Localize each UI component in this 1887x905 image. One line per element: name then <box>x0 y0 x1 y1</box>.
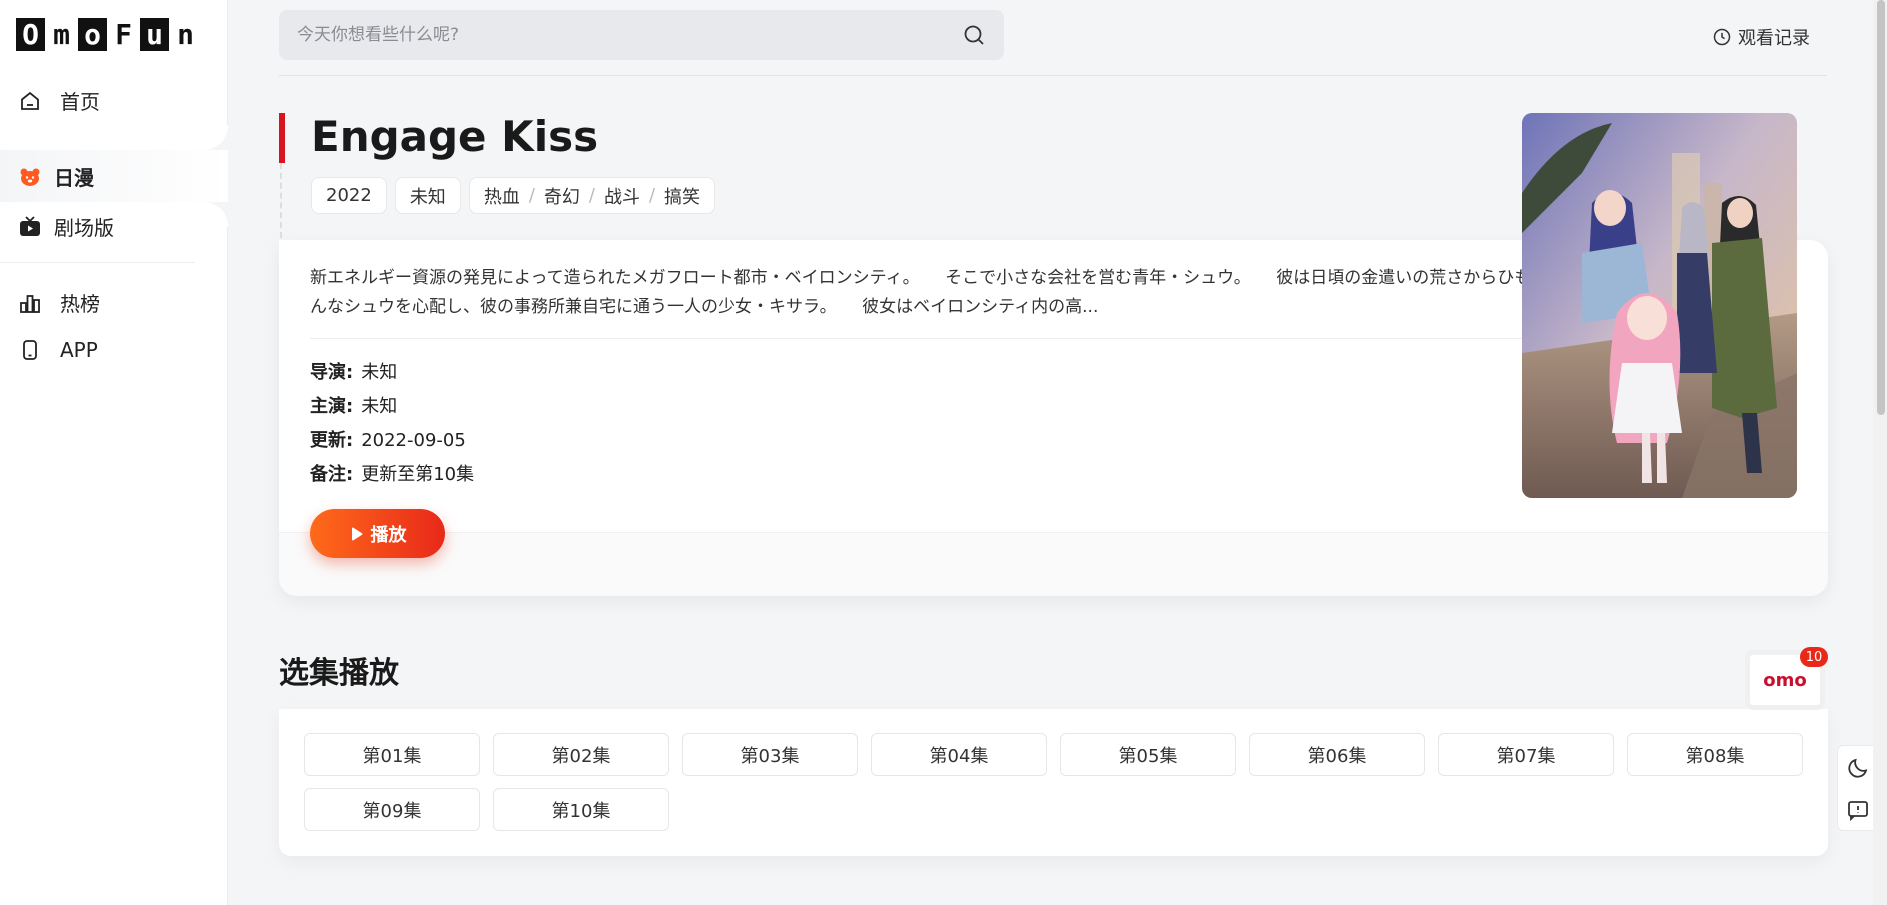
poster-illustration <box>1522 113 1797 498</box>
sidebar: O m o F u n 首页 日漫 剧场版 热榜 APP <box>0 0 228 905</box>
episode-button[interactable]: 第10集 <box>493 788 669 831</box>
tag-list: 2022 未知 热血 / 奇幻 / 战斗 / 搞笑 <box>311 177 716 214</box>
play-label: 播放 <box>370 524 407 545</box>
phone-icon <box>23 340 37 360</box>
header-divider <box>279 75 1827 76</box>
bear-icon <box>20 168 40 186</box>
episode-button[interactable]: 第01集 <box>304 733 480 776</box>
sidebar-item-label: 日漫 <box>54 166 94 190</box>
episode-button[interactable]: 第07集 <box>1438 733 1614 776</box>
tag-label: 2022 <box>326 185 372 206</box>
sidebar-item-anime[interactable]: 日漫 <box>18 162 94 191</box>
watch-history-label: 观看记录 <box>1738 28 1810 49</box>
genre-tag[interactable]: 奇幻 <box>544 183 580 209</box>
home-icon <box>21 91 39 110</box>
feedback-icon[interactable] <box>1846 798 1870 822</box>
sidebar-divider <box>0 262 195 263</box>
year-tag[interactable]: 2022 <box>311 177 387 214</box>
info-director: 导演: 未知 <box>310 358 397 384</box>
episodes-title: 选集播放 <box>279 656 399 691</box>
logo-letter: F <box>109 18 138 51</box>
episode-button[interactable]: 第04集 <box>871 733 1047 776</box>
genre-tag[interactable]: 战斗 <box>604 183 640 209</box>
episode-button[interactable]: 第05集 <box>1060 733 1236 776</box>
genre-tag[interactable]: 搞笑 <box>664 183 700 209</box>
sidebar-item-movies[interactable]: 剧场版 <box>18 212 114 241</box>
card-footer <box>279 532 1828 596</box>
episode-button[interactable]: 第09集 <box>304 788 480 831</box>
search-bar <box>279 10 1004 60</box>
nav-curve-top <box>0 125 228 150</box>
omofun-logo[interactable]: O m o F u n <box>16 18 200 51</box>
logo-letter: n <box>171 18 200 51</box>
region-tag[interactable]: 未知 <box>394 177 461 214</box>
episode-list: 第01集 第02集 第03集 第04集 第05集 第06集 第07集 第08集 … <box>279 709 1828 856</box>
sidebar-item-label: 热榜 <box>60 292 100 316</box>
sidebar-item-app[interactable]: APP <box>18 338 98 362</box>
sidebar-item-label: 首页 <box>60 90 100 114</box>
play-icon <box>351 527 362 540</box>
genre-tag[interactable]: 热血 <box>484 183 520 209</box>
info-label: 导演: <box>310 362 354 383</box>
search-icon[interactable] <box>962 23 986 47</box>
chart-icon <box>20 294 40 313</box>
scrollbar-thumb[interactable] <box>1877 0 1885 415</box>
watch-history-link[interactable]: 观看记录 <box>1712 24 1810 50</box>
episode-button[interactable]: 第03集 <box>682 733 858 776</box>
sidebar-item-home[interactable]: 首页 <box>18 86 100 115</box>
episode-button[interactable]: 第08集 <box>1627 733 1803 776</box>
info-value: 未知 <box>361 362 398 383</box>
search-input[interactable] <box>297 25 962 45</box>
info-label: 主演: <box>310 396 354 417</box>
logo-letter: o <box>78 18 107 51</box>
info-label: 更新: <box>310 430 354 451</box>
tag-label: 未知 <box>409 186 446 208</box>
info-value: 未知 <box>361 396 398 417</box>
tv-icon <box>20 215 40 236</box>
play-button[interactable]: 播放 <box>310 509 445 558</box>
clock-icon <box>1713 28 1731 46</box>
info-value: 更新至第10集 <box>361 464 475 485</box>
poster-image[interactable] <box>1522 113 1797 498</box>
title-accent-bar <box>279 113 285 163</box>
logo-letter: O <box>16 18 45 51</box>
omo-badge: 10 <box>1800 647 1828 667</box>
info-updated: 更新: 2022-09-05 <box>310 426 466 452</box>
side-tools <box>1837 745 1877 831</box>
logo-letter: u <box>140 18 169 51</box>
sidebar-item-ranking[interactable]: 热榜 <box>18 288 100 317</box>
anime-title: Engage Kiss <box>311 112 599 161</box>
info-value: 2022-09-05 <box>361 430 466 451</box>
info-label: 备注: <box>310 464 354 485</box>
sidebar-item-label: 剧场版 <box>54 216 114 240</box>
genre-tags: 热血 / 奇幻 / 战斗 / 搞笑 <box>468 177 716 214</box>
omo-label: omo <box>1763 669 1807 691</box>
episode-button[interactable]: 第02集 <box>493 733 669 776</box>
episode-button[interactable]: 第06集 <box>1249 733 1425 776</box>
info-remark: 备注: 更新至第10集 <box>310 460 474 486</box>
logo-letter: m <box>47 18 76 51</box>
title-dash-line <box>280 163 282 238</box>
sidebar-item-label: APP <box>60 338 98 362</box>
info-cast: 主演: 未知 <box>310 392 397 418</box>
moon-icon[interactable] <box>1846 756 1870 780</box>
